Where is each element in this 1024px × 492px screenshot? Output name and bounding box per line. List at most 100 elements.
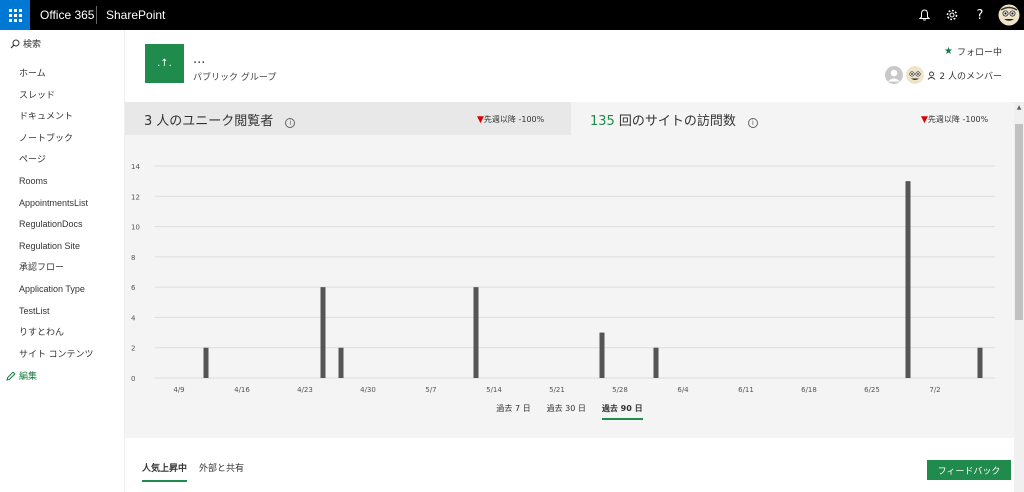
nav-item-list-one[interactable]: りすとわん bbox=[19, 325, 94, 347]
x-tick-label: 4/23 bbox=[297, 386, 313, 394]
help-icon: ? bbox=[976, 7, 984, 23]
y-tick-label: 8 bbox=[131, 254, 135, 262]
brand-divider bbox=[96, 6, 97, 24]
person-icon bbox=[928, 71, 936, 80]
nav-list: ホーム スレッド ドキュメント ノートブック ページ Rooms Appoint… bbox=[19, 66, 94, 368]
members-label: 2 人のメンバー bbox=[939, 71, 1002, 82]
site-visits-title: 135 回のサイトの訪問数 i bbox=[590, 110, 758, 129]
search-box[interactable]: 検索 bbox=[10, 37, 41, 50]
bar bbox=[977, 347, 983, 378]
y-tick-label: 0 bbox=[131, 375, 135, 383]
search-icon bbox=[10, 39, 20, 48]
waffle-icon bbox=[8, 8, 22, 22]
site-visits-panel[interactable]: 135 回のサイトの訪問数 i ▼先週以降 -100% bbox=[571, 102, 1014, 135]
nav-item-application-type[interactable]: Application Type bbox=[19, 282, 94, 304]
gear-icon bbox=[946, 9, 958, 21]
scroll-thumb[interactable] bbox=[1015, 124, 1023, 320]
pencil-icon bbox=[6, 370, 16, 381]
top-bar: Office 365 SharePoint ? bbox=[0, 0, 1024, 30]
main-content: .↑. ... パブリック グループ ★ フォロー中 2 人のメンバー 3 人の… bbox=[125, 30, 1024, 492]
y-tick-label: 6 bbox=[131, 284, 136, 292]
top-right-icons: ? bbox=[910, 0, 1024, 30]
nav-item-test-list[interactable]: TestList bbox=[19, 304, 94, 326]
site-subtitle: パブリック グループ bbox=[193, 73, 277, 83]
help-button[interactable]: ? bbox=[966, 0, 994, 30]
x-tick-label: 4/16 bbox=[234, 386, 250, 394]
down-triangle-icon: ▼ bbox=[921, 115, 928, 125]
members-area[interactable]: 2 人のメンバー bbox=[885, 66, 1002, 84]
visits-bar-chart: 0 2 4 6 8 10 12 14 4/9 4/16 4/23 4/30 5/7 5/14 5/21 5/2… bbox=[131, 163, 995, 394]
x-tick-label: 6/4 bbox=[677, 386, 689, 394]
nav-item-threads[interactable]: スレッド bbox=[19, 88, 94, 110]
site-logo-text: .↑. bbox=[157, 58, 172, 69]
x-tick-label: 5/14 bbox=[486, 386, 502, 394]
site-visits-change: ▼先週以降 -100% bbox=[921, 114, 988, 125]
x-tick-label: 6/25 bbox=[864, 386, 880, 394]
info-icon[interactable]: i bbox=[285, 118, 296, 128]
bell-icon bbox=[918, 9, 930, 21]
x-tick-label: 4/30 bbox=[360, 386, 376, 394]
tab-shared-externally[interactable]: 外部と共有 bbox=[199, 461, 244, 482]
site-visits-change-text: 先週以降 -100% bbox=[927, 115, 989, 124]
unique-viewers-change: ▼先週以降 -100% bbox=[477, 114, 544, 125]
member-avatar-user bbox=[906, 66, 925, 84]
x-tick-label: 5/21 bbox=[549, 386, 565, 394]
office365-brand-link[interactable]: Office 365 bbox=[40, 8, 94, 22]
sharepoint-app-link[interactable]: SharePoint bbox=[106, 8, 165, 22]
unique-viewers-panel[interactable]: 3 人のユニーク閲覧者 i ▼先週以降 -100% bbox=[125, 102, 571, 135]
unique-viewers-title: 3 人のユニーク閲覧者 i bbox=[144, 110, 296, 129]
settings-button[interactable] bbox=[938, 0, 966, 30]
follow-label: フォロー中 bbox=[956, 48, 1002, 58]
member-avatar-generic bbox=[885, 66, 904, 84]
edit-nav-link[interactable]: 編集 bbox=[6, 369, 37, 382]
avatar bbox=[998, 4, 1020, 26]
nav-item-pages[interactable]: ページ bbox=[19, 152, 94, 174]
range-90-days[interactable]: 過去 90 日 bbox=[601, 403, 643, 420]
x-tick-label: 7/2 bbox=[929, 386, 940, 394]
bar bbox=[905, 181, 911, 378]
site-logo[interactable]: .↑. bbox=[145, 44, 184, 83]
nav-item-approval-flow[interactable]: 承認フロー bbox=[19, 260, 94, 282]
y-tick-label: 4 bbox=[131, 314, 136, 322]
stats-row: 3 人のユニーク閲覧者 i ▼先週以降 -100% 135 回のサイトの訪問数 … bbox=[125, 102, 1014, 135]
x-tick-label: 4/9 bbox=[173, 386, 184, 394]
unique-viewers-change-text: 先週以降 -100% bbox=[483, 115, 545, 124]
nav-item-documents[interactable]: ドキュメント bbox=[19, 109, 94, 131]
feedback-button[interactable]: フィードバック bbox=[927, 460, 1011, 480]
bar bbox=[320, 287, 326, 378]
content-tabs: 人気上昇中 外部と共有 bbox=[142, 461, 244, 482]
down-triangle-icon: ▼ bbox=[477, 115, 484, 125]
nav-item-notebook[interactable]: ノートブック bbox=[19, 131, 94, 153]
bar bbox=[599, 332, 605, 378]
unique-viewers-number: 3 bbox=[144, 114, 153, 129]
info-icon[interactable]: i bbox=[747, 118, 758, 128]
nav-item-site-contents[interactable]: サイト コンテンツ bbox=[19, 347, 94, 369]
nav-item-rooms[interactable]: Rooms bbox=[19, 174, 94, 196]
bar bbox=[473, 287, 479, 378]
app-launcher-button[interactable] bbox=[0, 0, 30, 30]
x-tick-label: 6/11 bbox=[738, 386, 754, 394]
bar bbox=[203, 347, 209, 378]
chart-area: 0 2 4 6 8 10 12 14 4/9 4/16 4/23 4/30 5/7 5/14 5/21 5/2… bbox=[125, 135, 1014, 438]
range-7-days[interactable]: 過去 7 日 bbox=[496, 403, 530, 420]
x-tick-label: 5/28 bbox=[612, 386, 628, 394]
vertical-scrollbar[interactable]: ▲ bbox=[1014, 102, 1024, 492]
nav-item-regulation-docs[interactable]: RegulationDocs bbox=[19, 217, 94, 239]
bar bbox=[338, 347, 344, 378]
nav-item-home[interactable]: ホーム bbox=[19, 66, 94, 88]
site-visits-label: 回のサイトの訪問数 bbox=[618, 114, 736, 129]
edit-label: 編集 bbox=[19, 372, 38, 382]
range-30-days[interactable]: 過去 30 日 bbox=[547, 403, 586, 420]
scroll-up-arrow-icon[interactable]: ▲ bbox=[1014, 102, 1024, 114]
user-avatar-button[interactable] bbox=[994, 0, 1024, 30]
nav-item-regulation-site[interactable]: Regulation Site bbox=[19, 239, 94, 261]
nav-item-appointments-list[interactable]: AppointmentsList bbox=[19, 196, 94, 218]
tab-trending[interactable]: 人気上昇中 bbox=[142, 461, 188, 482]
site-title: ... bbox=[193, 52, 206, 67]
y-tick-label: 2 bbox=[131, 345, 135, 353]
left-navigation: 検索 ホーム スレッド ドキュメント ノートブック ページ Rooms Appo… bbox=[0, 30, 125, 492]
notifications-button[interactable] bbox=[910, 0, 938, 30]
follow-button[interactable]: ★ フォロー中 bbox=[944, 45, 1002, 58]
x-tick-label: 5/7 bbox=[425, 386, 436, 394]
x-tick-label: 6/18 bbox=[801, 386, 817, 394]
